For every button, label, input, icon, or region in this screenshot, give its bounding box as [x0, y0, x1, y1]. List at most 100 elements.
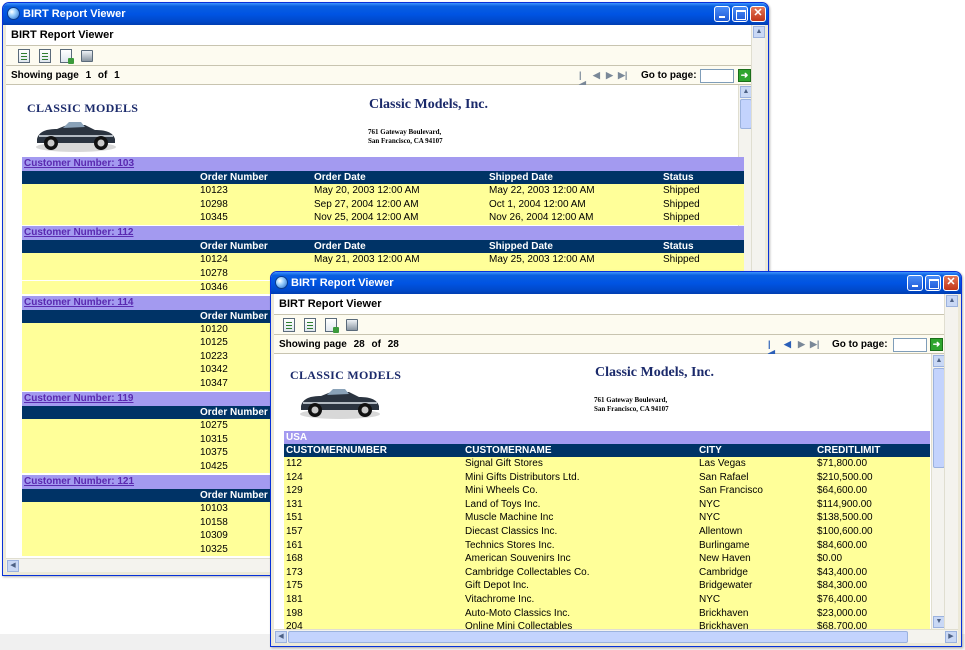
maximize-icon[interactable] [925, 275, 941, 291]
table-cell: Burlingame [699, 539, 750, 551]
table-cell: 129 [286, 485, 303, 497]
minimize-icon[interactable] [714, 6, 730, 22]
viewer-header: BIRT Report Viewer [274, 294, 944, 314]
first-page-icon[interactable]: |◀ [768, 340, 777, 358]
scroll-up-icon[interactable]: ▲ [753, 26, 765, 38]
table-cell: Land of Toys Inc. [465, 498, 541, 510]
table-cell: 10425 [200, 460, 228, 472]
car-logo-image [36, 122, 116, 152]
scroll-left-icon[interactable]: ◀ [7, 560, 19, 572]
app-icon [7, 7, 20, 20]
column-header: Order Number [200, 490, 268, 501]
customer-number-link[interactable]: Customer Number: 119 [22, 393, 133, 404]
toc-icon[interactable] [18, 49, 30, 63]
column-header: Shipped Date [489, 172, 553, 183]
table-cell: $23,000.00 [817, 607, 868, 619]
next-page-icon[interactable]: ▶ [606, 71, 615, 80]
scroll-up-icon[interactable]: ▲ [933, 355, 944, 367]
table-cell: $71,800.00 [817, 458, 868, 469]
table-cell: 112 [286, 458, 302, 469]
column-header: CREDITLIMIT [817, 445, 881, 456]
parameter-icon[interactable] [39, 49, 51, 63]
minimize-icon[interactable] [907, 275, 923, 291]
horizontal-scrollbar[interactable]: ◀ ▶ [274, 629, 958, 643]
table-cell: $84,300.00 [817, 580, 868, 592]
customer-number-link[interactable]: Customer Number: 103 [22, 158, 134, 169]
scroll-down-icon[interactable]: ▼ [933, 616, 944, 628]
column-header: CUSTOMERNAME [465, 445, 552, 456]
scroll-thumb[interactable] [740, 99, 751, 129]
scroll-thumb[interactable] [933, 368, 944, 468]
outer-vertical-scrollbar[interactable]: ▲ [944, 294, 958, 629]
next-page-icon[interactable]: ▶ [798, 340, 807, 349]
table-cell: Brickhaven [699, 621, 749, 629]
table-cell: American Souvenirs Inc [465, 553, 571, 565]
print-icon[interactable] [81, 50, 93, 62]
table-cell: Bridgewater [699, 580, 753, 592]
scroll-up-icon[interactable]: ▲ [740, 86, 751, 98]
company-name: Classic Models, Inc. [595, 365, 714, 380]
table-cell: May 22, 2003 12:00 AM [489, 185, 595, 196]
table-row: 10124 May 21, 2003 12:00 AM May 25, 2003 1… [22, 253, 744, 267]
go-arrow-icon[interactable]: ➜ [930, 338, 943, 351]
back-window-titlebar[interactable]: BIRT Report Viewer ✕ [3, 3, 768, 25]
table-cell: Mini Gifts Distributors Ltd. [465, 471, 580, 483]
scroll-left-icon[interactable]: ◀ [275, 631, 287, 643]
column-header-row: Order Number Order Date Shipped Date Status [22, 171, 744, 184]
column-header: Order Date [314, 241, 366, 253]
column-header: Order Number [200, 407, 268, 419]
table-cell: Vitachrome Inc. [465, 594, 535, 605]
parameter-icon[interactable] [304, 318, 316, 332]
column-header: Status [663, 172, 694, 183]
report-vertical-scrollbar[interactable]: ▲ ▼ [931, 354, 944, 629]
viewer-header: BIRT Report Viewer [6, 25, 751, 45]
table-row: 151 Muscle Machine Inc NYC $138,500.00 [284, 511, 930, 525]
table-cell: San Francisco [699, 485, 763, 497]
table-cell: 204 [286, 621, 303, 629]
scroll-thumb[interactable] [288, 631, 908, 643]
go-arrow-icon[interactable]: ➜ [738, 69, 751, 82]
customer-number-link[interactable]: Customer Number: 114 [22, 297, 133, 308]
close-icon[interactable]: ✕ [750, 6, 766, 22]
close-icon[interactable]: ✕ [943, 275, 959, 291]
previous-page-icon[interactable]: ◀ [593, 71, 602, 80]
scroll-up-icon[interactable]: ▲ [946, 295, 958, 307]
column-header-row: Order Number Order Date Shipped Date Status [22, 240, 744, 254]
maximize-icon[interactable] [732, 6, 748, 22]
table-cell: Cambridge [699, 566, 748, 578]
scroll-right-icon[interactable]: ▶ [945, 631, 957, 643]
goto-page-input[interactable] [700, 69, 734, 83]
first-page-icon[interactable]: |◀ [579, 71, 588, 89]
export-icon[interactable] [60, 49, 74, 64]
print-icon[interactable] [346, 319, 358, 331]
customer-group-header: Customer Number: 112 [22, 226, 744, 241]
table-cell: 198 [286, 607, 303, 619]
export-icon[interactable] [325, 318, 339, 333]
table-cell: New Haven [699, 553, 751, 565]
customer-number-link[interactable]: Customer Number: 112 [22, 227, 133, 238]
table-row: 168 American Souvenirs Inc New Haven $0.00 [284, 552, 930, 566]
table-row: 10345 Nov 25, 2004 12:00 AM Nov 26, 2004 1… [22, 211, 744, 225]
toc-icon[interactable] [283, 318, 295, 332]
table-cell: 10345 [200, 212, 228, 224]
front-window-titlebar[interactable]: BIRT Report Viewer ✕ [271, 272, 961, 294]
last-page-icon[interactable]: ▶| [810, 340, 819, 349]
table-cell: 181 [286, 594, 303, 605]
table-cell: $84,600.00 [817, 539, 868, 551]
current-page: 1 [85, 70, 92, 81]
table-cell: May 25, 2003 12:00 AM [489, 254, 595, 266]
table-row: 10298 Sep 27, 2004 12:00 AM Oct 1, 2004 12… [22, 197, 744, 212]
table-cell: NYC [699, 512, 721, 524]
table-cell: Mini Wheels Co. [465, 485, 538, 497]
table-cell: $64,600.00 [817, 485, 868, 497]
table-row: 129 Mini Wheels Co. San Francisco $64,600.0… [284, 484, 930, 498]
goto-page-input[interactable] [893, 338, 927, 352]
customer-number-link[interactable]: Customer Number: 121 [22, 476, 134, 487]
table-cell: Diecast Classics Inc. [465, 526, 558, 537]
last-page-icon[interactable]: ▶| [618, 71, 627, 80]
previous-page-icon[interactable]: ◀ [784, 340, 793, 349]
table-row: 131 Land of Toys Inc. NYC $114,900.00 [284, 497, 930, 512]
table-cell: 10342 [200, 364, 228, 376]
total-pages: 1 [114, 70, 120, 81]
goto-label: Go to page: [641, 70, 697, 81]
